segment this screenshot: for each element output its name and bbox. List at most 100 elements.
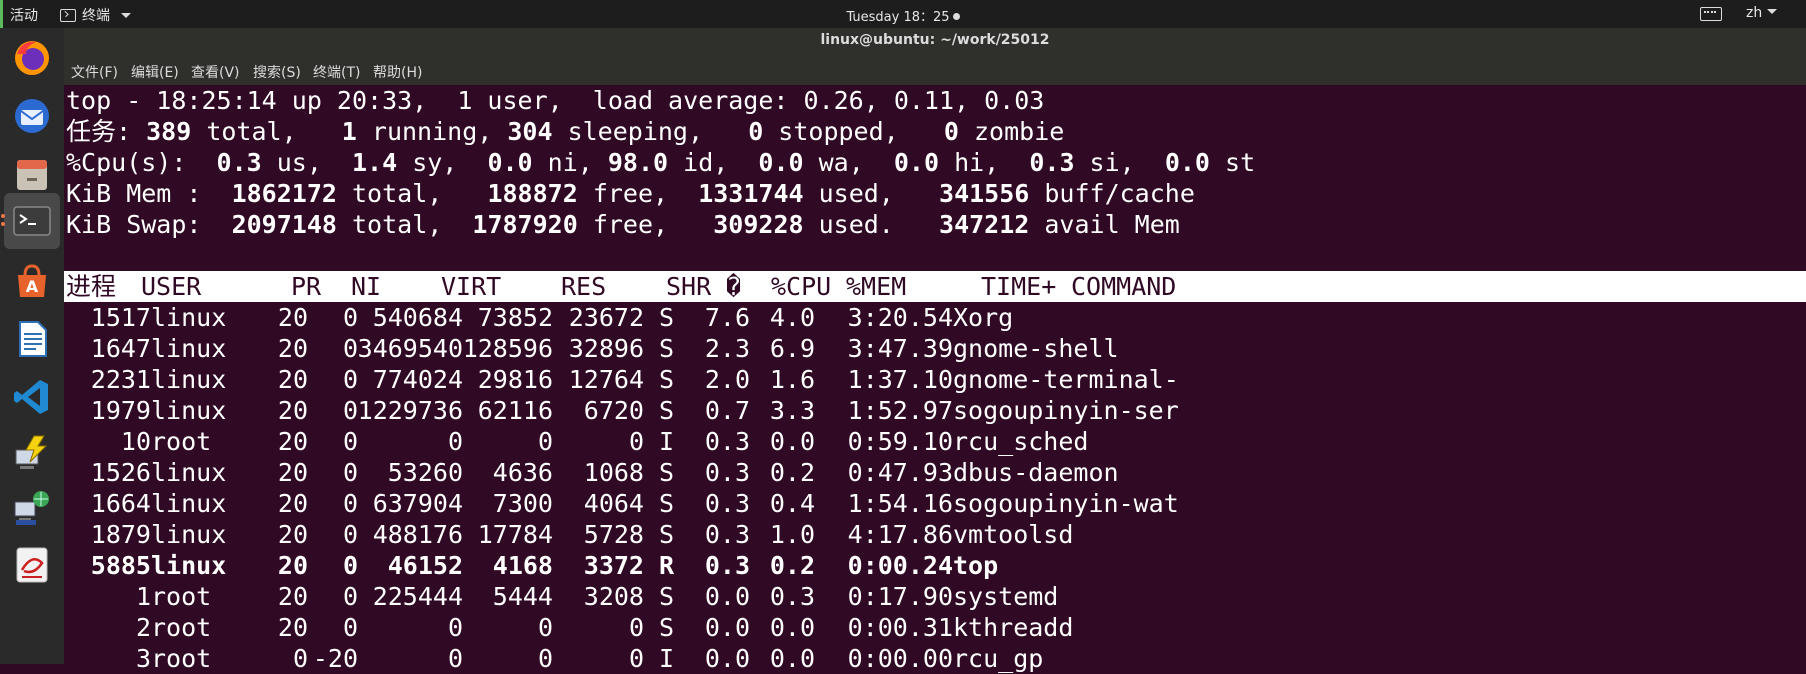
summary-value: 304 — [507, 117, 553, 146]
dock-item-terminal[interactable] — [4, 193, 60, 249]
keyboard-icon[interactable] — [1700, 7, 1722, 21]
cell-shr: 0 — [628, 613, 644, 642]
terminal-output[interactable]: top - 18:25:14 up 20:33, 1 user, load av… — [64, 85, 1806, 673]
cell-shr: 3208 — [583, 582, 644, 611]
dock-item-software[interactable]: A — [4, 253, 60, 309]
document-viewer-icon — [16, 547, 48, 583]
cell-state: I — [659, 644, 675, 673]
cell-state: S — [659, 334, 675, 363]
cell-pid: 2 — [135, 613, 151, 642]
cell-user: linux — [151, 334, 227, 363]
summary-value: 2097148 — [231, 210, 337, 239]
summary-value: 1 — [341, 117, 357, 146]
dock-item-document-viewer[interactable] — [4, 537, 60, 593]
input-method-menu[interactable]: zh — [1746, 5, 1778, 21]
cell-virt: 3469540 — [357, 334, 463, 363]
software-center-icon: A — [18, 264, 46, 297]
cell-ni: -20 — [312, 644, 358, 673]
menu-edit[interactable]: 编辑(E) — [131, 62, 179, 82]
cell-res: 5444 — [492, 582, 553, 611]
table-row: 1526 linux 20 0 53260 4636 1068 S 0.3 0.2 0:47.93 d… — [64, 457, 1806, 488]
cell-state: S — [659, 365, 675, 394]
cell-pid: 1664 — [90, 489, 151, 518]
cell-user: linux — [151, 365, 227, 394]
summary-label: free, — [577, 210, 714, 239]
network-tool-icon — [15, 435, 48, 469]
app-menu-label: 终端 — [82, 8, 110, 24]
swap-line: KiB Swap: 2097148 total, 1787920 free, 3… — [66, 209, 1180, 240]
mem-line: KiB Mem : 1862172 total, 188872 free, 13… — [66, 178, 1195, 209]
summary-value: 0 — [943, 117, 959, 146]
cell-cpu: 0.0 — [704, 613, 750, 642]
cell-ni: 0 — [342, 551, 358, 580]
cell-pid: 5885 — [90, 551, 151, 580]
cell-command: sogoupinyin-ser — [953, 396, 1179, 425]
window-titlebar[interactable]: linux@ubuntu: ~/work/25012 — [64, 28, 1806, 53]
dock-item-firefox[interactable] — [4, 30, 60, 86]
cell-cpu: 2.0 — [704, 365, 750, 394]
cell-command: top — [953, 551, 999, 580]
dock-item-network-globe[interactable] — [4, 480, 60, 536]
cell-res: 17784 — [477, 520, 553, 549]
cell-cpu: 0.3 — [704, 427, 750, 456]
summary-label: free, — [577, 179, 699, 208]
tasks-line: 任务: 389 total, 1 running, 304 sleeping, … — [66, 116, 1064, 147]
cell-ni: 0 — [342, 365, 358, 394]
cell-res: 29816 — [477, 365, 553, 394]
dock-item-writer[interactable] — [4, 311, 60, 367]
cell-pr: 20 — [277, 489, 308, 518]
col-pid: 进程 — [66, 272, 117, 301]
summary-value: 0.3 — [1029, 148, 1075, 177]
col-time: TIME+ — [981, 272, 1057, 301]
cell-mem: 0.0 — [769, 644, 815, 673]
running-indicator — [1, 222, 5, 226]
summary-label: used. — [803, 210, 940, 239]
cell-mem: 1.0 — [769, 520, 815, 549]
cell-ni: 0 — [342, 520, 358, 549]
cell-pr: 20 — [277, 334, 308, 363]
cell-pid: 1517 — [90, 303, 151, 332]
cell-time: 1:52.97 — [847, 396, 953, 425]
cell-user: root — [151, 644, 212, 673]
menu-file[interactable]: 文件(F) — [71, 62, 118, 82]
menu-view[interactable]: 查看(V) — [191, 62, 240, 82]
cell-virt: 637904 — [372, 489, 463, 518]
cell-ni: 0 — [342, 613, 358, 642]
summary-value: 0 — [748, 117, 764, 146]
app-menu-button[interactable]: 终端 — [60, 5, 131, 25]
menu-terminal[interactable]: 终端(T) — [313, 62, 360, 82]
dock-item-network-tool[interactable] — [4, 424, 60, 480]
window-title: linux@ubuntu: ~/work/25012 — [820, 32, 1050, 48]
cell-cpu: 0.7 — [704, 396, 750, 425]
cell-virt: 540684 — [372, 303, 463, 332]
svg-text:A: A — [26, 277, 39, 296]
cell-cpu: 0.3 — [704, 489, 750, 518]
cell-ni: 0 — [342, 334, 358, 363]
menu-help[interactable]: 帮助(H) — [373, 62, 422, 82]
cell-cpu: 0.0 — [704, 582, 750, 611]
dock-item-vscode[interactable] — [4, 369, 60, 425]
top-panel: 活动 终端 Tuesday 18：25 zh — [0, 0, 1806, 28]
activities-button[interactable]: 活动 — [10, 5, 38, 25]
summary-value: 0.0 — [1164, 148, 1210, 177]
summary-value: 1.4 — [351, 148, 398, 177]
summary-value: 0.0 — [487, 148, 533, 177]
menu-search[interactable]: 搜索(S) — [253, 62, 301, 82]
col-command: COMMAND — [1071, 272, 1177, 301]
cell-mem: 4.0 — [769, 303, 815, 332]
menubar: 文件(F) 编辑(E) 查看(V) 搜索(S) 终端(T) 帮助(H) — [64, 53, 1806, 85]
clock[interactable]: Tuesday 18：25 — [0, 6, 1806, 25]
cell-command: dbus-daemon — [953, 458, 1119, 487]
cell-state: R — [659, 551, 675, 580]
cell-user: root — [151, 427, 212, 456]
col-res: RES — [561, 272, 607, 301]
cell-mem: 0.4 — [769, 489, 815, 518]
table-row: 1 root 20 0 225444 5444 3208 S 0.0 0.3 0:17.90 syst… — [64, 581, 1806, 612]
cell-state: S — [659, 489, 675, 518]
cell-shr: 6720 — [583, 396, 644, 425]
cell-user: linux — [151, 551, 227, 580]
cell-mem: 3.3 — [769, 396, 815, 425]
cell-virt: 0 — [447, 613, 463, 642]
dock-item-thunderbird[interactable] — [4, 88, 60, 144]
cell-state: S — [659, 396, 675, 425]
